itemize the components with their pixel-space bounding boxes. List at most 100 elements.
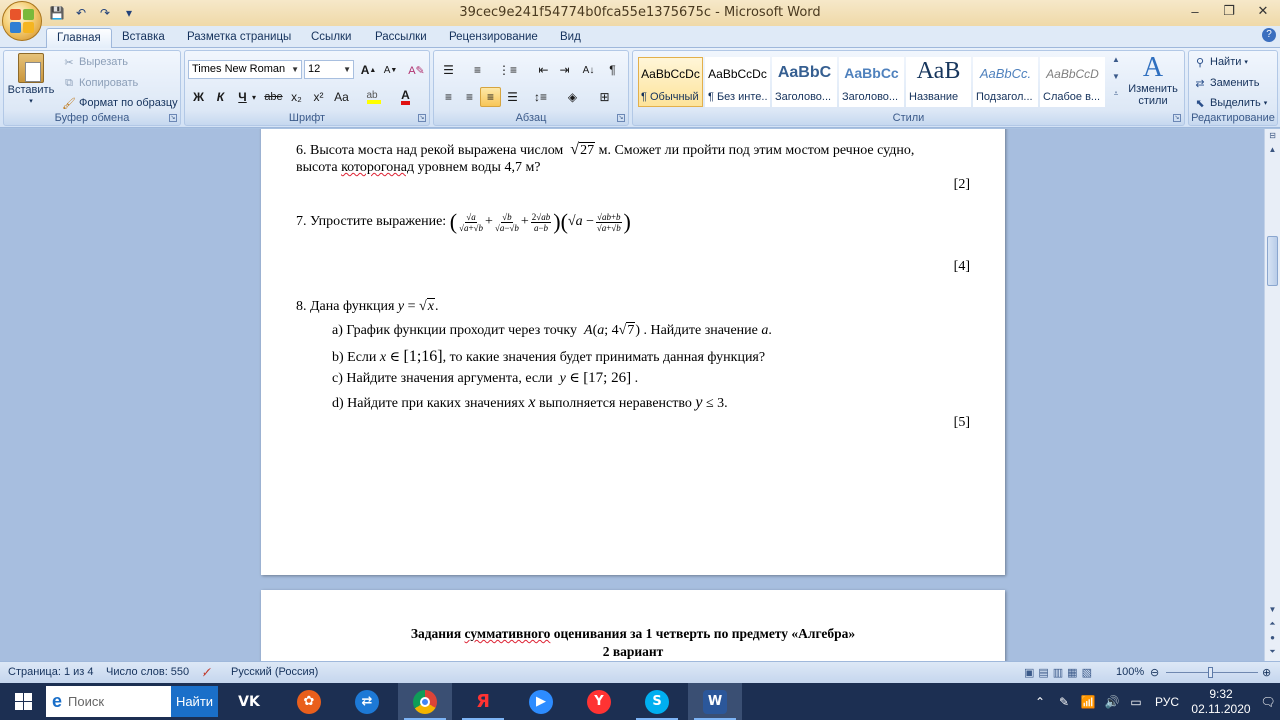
format-painter-button[interactable]: 🖌 Формат по образцу xyxy=(62,96,178,110)
taskbar-search-button[interactable]: Найти xyxy=(171,686,218,717)
justify-button[interactable]: ☰ xyxy=(502,87,523,107)
taskbar-app-word[interactable]: W xyxy=(688,683,742,720)
style-normal[interactable]: AaBbCcDc ¶ Обычный xyxy=(638,57,703,107)
cut-button[interactable]: ✂ Вырезать xyxy=(62,55,128,69)
strikethrough-button[interactable]: abe xyxy=(263,87,284,107)
previous-page-icon[interactable]: ⏶ xyxy=(1265,617,1280,631)
p2-misspelled-word[interactable]: суммативного xyxy=(465,626,551,641)
taskbar-app-vk[interactable]: VK xyxy=(222,683,276,720)
zoom-out-icon[interactable]: ⊖ xyxy=(1150,666,1159,679)
tab-review[interactable]: Рецензирование xyxy=(439,28,548,48)
proofing-icon[interactable]: ✓̸ xyxy=(202,666,211,679)
replace-button[interactable]: ⇄ Заменить xyxy=(1193,76,1259,90)
style-subtle-emphasis[interactable]: AaBbCcD Слабое в... xyxy=(1040,57,1105,107)
style-heading-2[interactable]: AaBbCc Заголово... xyxy=(839,57,904,107)
word-count[interactable]: Число слов: 550 xyxy=(106,666,189,678)
paragraph-launcher-icon[interactable]: ↘ xyxy=(617,114,625,122)
tab-mailings[interactable]: Рассылки xyxy=(365,28,437,48)
clipboard-launcher-icon[interactable]: ↘ xyxy=(169,114,177,122)
tab-home[interactable]: Главная xyxy=(46,28,112,48)
office-button[interactable] xyxy=(2,1,42,41)
increase-indent-button[interactable]: ⇥ xyxy=(554,60,575,80)
subscript-button[interactable]: x₂ xyxy=(286,87,307,107)
zoom-in-icon[interactable]: ⊕ xyxy=(1262,666,1271,679)
help-icon[interactable]: ? xyxy=(1262,28,1276,42)
change-case-button[interactable]: Aa xyxy=(331,87,352,107)
style-title[interactable]: АаВ Название xyxy=(906,57,971,107)
next-page-icon[interactable]: ⏷ xyxy=(1265,645,1280,659)
ruler-toggle-icon[interactable]: ⊟ xyxy=(1265,129,1280,143)
pen-icon[interactable]: ✎ xyxy=(1052,695,1076,709)
font-size-select[interactable]: 12 ▼ xyxy=(304,60,354,79)
font-launcher-icon[interactable]: ↘ xyxy=(418,114,426,122)
taskbar-app-yandex-browser[interactable]: Y xyxy=(572,683,626,720)
maximize-button[interactable]: ❐ xyxy=(1212,0,1246,22)
tab-view[interactable]: Вид xyxy=(550,28,591,48)
underline-dropdown-icon[interactable]: ▾ xyxy=(249,87,259,107)
tray-overflow-icon[interactable]: ⌃ xyxy=(1028,695,1052,709)
tab-insert[interactable]: Вставка xyxy=(112,28,175,48)
taskbar-app-media[interactable]: ✿ xyxy=(282,683,336,720)
clear-formatting-button[interactable]: A✎ xyxy=(406,60,427,80)
align-center-button[interactable]: ≡ xyxy=(459,87,480,107)
input-language[interactable]: РУС xyxy=(1148,695,1186,709)
style-no-spacing[interactable]: AaBbCcDc ¶ Без инте... xyxy=(705,57,770,107)
bold-button[interactable]: Ж xyxy=(188,87,209,107)
network-icon[interactable]: 📶 xyxy=(1076,695,1100,709)
font-color-button[interactable]: A xyxy=(395,87,416,107)
decrease-indent-button[interactable]: ⇤ xyxy=(533,60,554,80)
select-button[interactable]: ⬉ Выделить ▾ xyxy=(1193,96,1267,110)
view-buttons[interactable]: ▣▤▥▦▧ xyxy=(1024,666,1096,679)
find-button[interactable]: ⚲ Найти ▾ xyxy=(1193,55,1248,69)
style-heading-1[interactable]: AaBbC Заголово... xyxy=(772,57,837,107)
multilevel-list-button[interactable]: ⋮≡ xyxy=(497,60,518,80)
clock[interactable]: 9:32 02.11.2020 xyxy=(1186,687,1256,717)
gallery-more-icon[interactable]: ⩡ xyxy=(1110,89,1122,99)
document-page-2[interactable]: Задания суммативного оценивания за 1 чет… xyxy=(261,590,1005,661)
numbering-button[interactable]: ≡ xyxy=(467,60,488,80)
style-subtitle[interactable]: AaBbCc. Подзагол... xyxy=(973,57,1038,107)
line-spacing-button[interactable]: ↕≡ xyxy=(530,87,551,107)
paste-button[interactable]: Вставить ▾ xyxy=(7,53,55,105)
document-area[interactable]: 6. Высота моста над рекой выражена число… xyxy=(0,129,1264,661)
change-styles-button[interactable]: A Изменить стили xyxy=(1127,53,1179,108)
shading-button[interactable]: ◈ xyxy=(562,87,583,107)
align-right-button[interactable]: ≡ xyxy=(480,87,501,107)
document-page-1[interactable]: 6. Высота моста над рекой выражена число… xyxy=(261,129,1005,575)
styles-launcher-icon[interactable]: ↘ xyxy=(1173,114,1181,122)
copy-button[interactable]: ⧉ Копировать xyxy=(62,76,138,90)
taskbar-app-teamviewer[interactable]: ⇄ xyxy=(340,683,394,720)
align-left-button[interactable]: ≡ xyxy=(438,87,459,107)
notifications-icon[interactable]: 🗨 xyxy=(1256,695,1280,709)
show-formatting-button[interactable]: ¶ xyxy=(602,60,623,80)
borders-button[interactable]: ⊞ xyxy=(594,87,615,107)
volume-icon[interactable]: 🔊 xyxy=(1100,695,1124,709)
taskbar-app-chrome[interactable] xyxy=(398,683,452,720)
highlight-button[interactable]: ab xyxy=(363,87,384,107)
vertical-scrollbar[interactable]: ⊟ ▲ ▼ ⏶ ● ⏷ xyxy=(1264,129,1280,661)
select-browse-object-icon[interactable]: ● xyxy=(1265,631,1280,645)
minimize-button[interactable]: – xyxy=(1178,0,1212,22)
taskbar-search-input[interactable]: e Поиск xyxy=(46,686,171,717)
language-status[interactable]: Русский (Россия) xyxy=(231,666,318,678)
chevron-down-icon[interactable]: ▼ xyxy=(1110,72,1122,81)
shrink-font-button[interactable]: A ▼ xyxy=(380,60,401,80)
italic-button[interactable]: К xyxy=(210,87,231,107)
q6-misspelled-word[interactable]: которогонад xyxy=(341,160,414,175)
zoom-level[interactable]: 100% xyxy=(1116,666,1144,678)
sort-button[interactable]: A↓ xyxy=(578,60,599,80)
start-button[interactable] xyxy=(0,683,46,720)
taskbar-app-yandex[interactable]: Я xyxy=(456,683,510,720)
tab-page-layout[interactable]: Разметка страницы xyxy=(177,28,301,48)
bullets-button[interactable]: ☰ xyxy=(438,60,459,80)
scroll-down-icon[interactable]: ▼ xyxy=(1265,603,1280,617)
superscript-button[interactable]: x² xyxy=(308,87,329,107)
close-button[interactable]: ✕ xyxy=(1246,0,1280,22)
page-count[interactable]: Страница: 1 из 4 xyxy=(8,666,94,678)
grow-font-button[interactable]: A ▲ xyxy=(358,60,379,80)
scroll-up-icon[interactable]: ▲ xyxy=(1265,143,1280,157)
tab-references[interactable]: Ссылки xyxy=(301,28,362,48)
zoom-slider-thumb[interactable] xyxy=(1208,667,1213,678)
chevron-up-icon[interactable]: ▲ xyxy=(1110,55,1122,64)
taskbar-app-zoom[interactable]: ▶ xyxy=(514,683,568,720)
